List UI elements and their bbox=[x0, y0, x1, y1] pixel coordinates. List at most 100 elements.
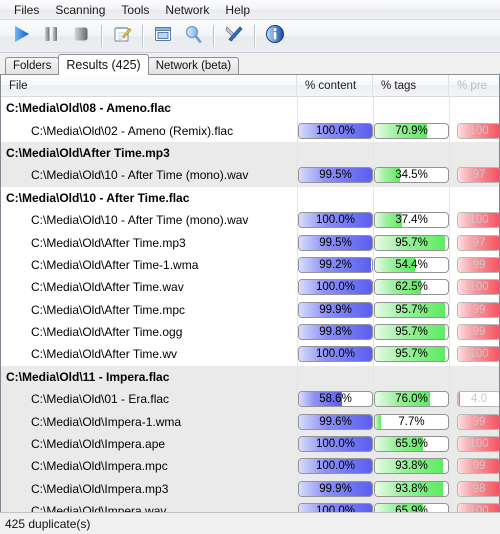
duplicate-count-status: 425 duplicate(s) bbox=[5, 516, 91, 531]
group-header-row[interactable]: C:\Media\Old\11 - Impera.flac bbox=[1, 365, 499, 389]
content-percent-cell: 100.0% bbox=[297, 432, 373, 456]
column-header-file[interactable]: File bbox=[1, 75, 297, 96]
table-row[interactable]: C:\Media\Old\After Time.mpc 99.9% 95.7% 99 bbox=[1, 298, 499, 321]
table-row[interactable]: C:\Media\Old\Impera-1.wma 99.6% 7.7% 99 bbox=[1, 410, 499, 433]
preview-button[interactable] bbox=[178, 22, 208, 51]
tags-percent-cell: 95.7% bbox=[373, 343, 449, 366]
preview-percent-cell: 100 bbox=[449, 276, 499, 299]
pause-scan-button[interactable] bbox=[36, 22, 66, 51]
column-header-content[interactable]: % content bbox=[297, 75, 373, 96]
menu-item-network[interactable]: Network bbox=[157, 1, 217, 19]
pause-icon bbox=[40, 23, 62, 50]
duplicate-finder-window: Files Scanning Tools Network Help Folders Res… bbox=[0, 0, 500, 534]
menu-item-tools[interactable]: Tools bbox=[113, 1, 157, 19]
progress-value-label: 99.5% bbox=[319, 236, 352, 249]
menu-item-help[interactable]: Help bbox=[217, 1, 258, 19]
tab-results-425[interactable]: Results (425) bbox=[58, 54, 149, 75]
table-row[interactable]: C:\Media\Old\10 - After Time (mono).wav 9… bbox=[1, 164, 499, 187]
preview-percent-cell: 100 bbox=[449, 432, 499, 456]
progress-value-label: 99 bbox=[472, 326, 486, 339]
file-path-cell: C:\Media\Old\After Time.wav bbox=[31, 280, 184, 295]
toolbar-separator bbox=[213, 25, 214, 47]
progress-value-label: 100 bbox=[469, 348, 489, 361]
table-row[interactable]: C:\Media\Old\10 - After Time (mono).wav 1… bbox=[1, 208, 499, 232]
start-scan-button[interactable] bbox=[6, 22, 36, 51]
table-row[interactable]: C:\Media\Old\Impera.wav 100.0% 65.9% 100 bbox=[1, 500, 499, 512]
content-percent-cell: 99.9% bbox=[297, 477, 373, 501]
preview-percent-cell: 100 bbox=[449, 343, 499, 366]
results-view-button[interactable] bbox=[148, 22, 178, 51]
progress-value-label: 100.0% bbox=[315, 348, 355, 361]
toolbar bbox=[0, 20, 500, 53]
progress-value-label: 95.7% bbox=[395, 236, 428, 249]
tab-folders[interactable]: Folders bbox=[5, 57, 60, 74]
edit-notes-button[interactable] bbox=[107, 22, 137, 51]
content-percent-cell: 58.6% bbox=[297, 388, 373, 411]
progress-value-label: 100 bbox=[469, 214, 489, 227]
results-list: File% content% tags% pre C:\Media\Old\08… bbox=[0, 75, 500, 512]
progress-value-label: 34.5% bbox=[395, 169, 428, 182]
stop-scan-button[interactable] bbox=[66, 22, 96, 51]
menu-item-scanning[interactable]: Scanning bbox=[47, 1, 113, 19]
file-path-cell: C:\Media\Old\02 - Ameno (Remix).flac bbox=[31, 123, 234, 138]
tags-percent-cell bbox=[373, 97, 449, 120]
table-row[interactable]: C:\Media\Old\01 - Era.flac 58.6% 76.0% 4.0 bbox=[1, 388, 499, 411]
content-percent-cell: 99.9% bbox=[297, 298, 373, 321]
progress-value-label: 7.7% bbox=[398, 415, 425, 428]
about-button[interactable] bbox=[260, 22, 290, 51]
table-row[interactable]: C:\Media\Old\After Time.wav 100.0% 62.5% 10… bbox=[1, 276, 499, 299]
window-grid-icon bbox=[152, 23, 174, 50]
tags-percent-cell: 95.7% bbox=[373, 298, 449, 321]
progress-value-label: 65.9% bbox=[395, 505, 428, 512]
preview-percent-cell bbox=[449, 141, 499, 165]
file-path-cell: C:\Media\Old\10 - After Time (mono).wav bbox=[31, 213, 249, 228]
file-path-cell: C:\Media\Old\01 - Era.flac bbox=[31, 392, 170, 407]
progress-value-label: 95.7% bbox=[395, 348, 428, 361]
content-percent-cell: 100.0% bbox=[297, 119, 373, 142]
tab-network-beta[interactable]: Network (beta) bbox=[147, 57, 240, 74]
column-header-pre[interactable]: % pre bbox=[449, 75, 499, 96]
tags-percent-cell: 95.7% bbox=[373, 231, 449, 254]
group-header-row[interactable]: C:\Media\Old\08 - Ameno.flac bbox=[1, 97, 499, 120]
tags-percent-cell: 62.5% bbox=[373, 276, 449, 299]
progress-value-label: 99.5% bbox=[319, 169, 352, 182]
group-header-row[interactable]: C:\Media\Old\After Time.mp3 bbox=[1, 141, 499, 165]
table-row[interactable]: C:\Media\Old\After Time.ogg 99.8% 95.7% 99 bbox=[1, 320, 499, 344]
magnifier-icon bbox=[182, 23, 204, 50]
file-path-cell: C:\Media\Old\Impera.mp3 bbox=[31, 481, 169, 496]
progress-value-label: 95.7% bbox=[395, 326, 428, 339]
tools-wrench-screwdriver-icon bbox=[223, 23, 245, 50]
table-row[interactable]: C:\Media\Old\After Time-1.wma 99.2% 54.4% 9… bbox=[1, 253, 499, 277]
progress-value-label: 97 bbox=[472, 236, 486, 249]
toolbar-separator bbox=[254, 25, 255, 47]
preview-percent-cell: 99 bbox=[449, 410, 499, 433]
content-percent-cell bbox=[297, 141, 373, 165]
file-path-cell: C:\Media\Old\After Time-1.wma bbox=[31, 257, 199, 272]
tags-percent-cell bbox=[373, 365, 449, 389]
table-row[interactable]: C:\Media\Old\Impera.mp3 99.9% 93.8% 98 bbox=[1, 477, 499, 501]
progress-value-label: 93.8% bbox=[395, 482, 428, 495]
progress-value-label: 93.8% bbox=[395, 460, 428, 473]
table-row[interactable]: C:\Media\Old\After Time.wv 100.0% 95.7% 100 bbox=[1, 343, 499, 366]
menu-item-files[interactable]: Files bbox=[6, 1, 47, 19]
table-row[interactable]: C:\Media\Old\After Time.mp3 99.5% 95.7% 97 bbox=[1, 231, 499, 254]
list-header: File% content% tags% pre bbox=[1, 75, 499, 97]
column-header-tags[interactable]: % tags bbox=[373, 75, 449, 96]
content-percent-cell: 100.0% bbox=[297, 276, 373, 299]
preview-percent-cell bbox=[449, 365, 499, 389]
progress-value-label: 62.5% bbox=[395, 281, 428, 294]
settings-button[interactable] bbox=[219, 22, 249, 51]
file-path-cell: C:\Media\Old\After Time.mpc bbox=[31, 302, 186, 317]
status-bar: 425 duplicate(s) bbox=[0, 512, 500, 534]
progress-value-label: 97 bbox=[472, 169, 486, 182]
table-row[interactable]: C:\Media\Old\Impera.mpc 100.0% 93.8% 99 bbox=[1, 455, 499, 478]
progress-value-label: 100 bbox=[469, 124, 489, 137]
group-header-row[interactable]: C:\Media\Old\10 - After Time.flac bbox=[1, 186, 499, 209]
tab-strip: Folders Results (425) Network (beta) bbox=[0, 53, 500, 75]
progress-value-label: 100.0% bbox=[315, 460, 355, 473]
progress-value-label: 65.9% bbox=[395, 438, 428, 451]
content-percent-cell: 100.0% bbox=[297, 343, 373, 366]
table-row[interactable]: C:\Media\Old\02 - Ameno (Remix).flac 100.… bbox=[1, 119, 499, 142]
preview-percent-cell: 100 bbox=[449, 500, 499, 512]
table-row[interactable]: C:\Media\Old\Impera.ape 100.0% 65.9% 100 bbox=[1, 432, 499, 456]
